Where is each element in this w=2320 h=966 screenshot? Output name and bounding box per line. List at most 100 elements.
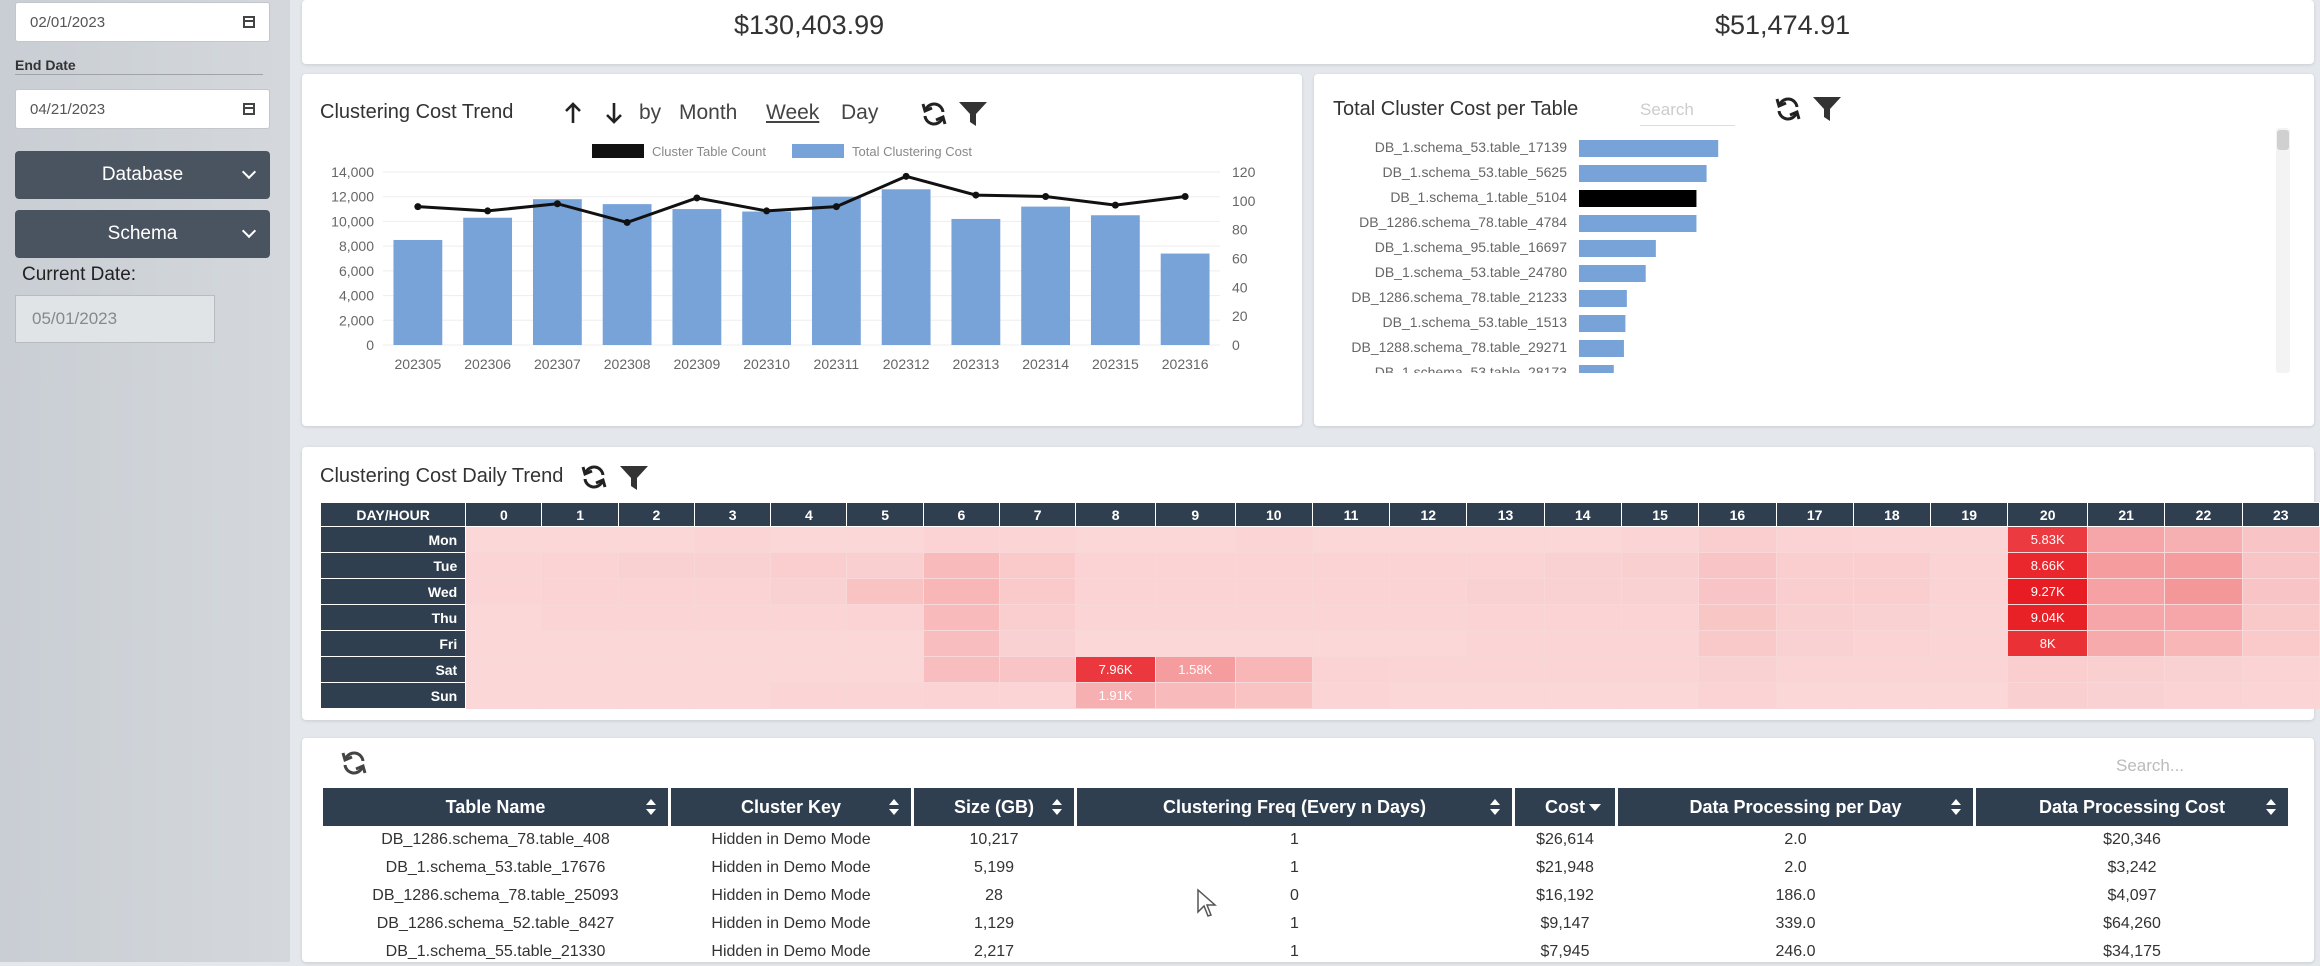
sort-icon[interactable] (646, 799, 656, 815)
heatmap-cell[interactable] (1620, 656, 1700, 683)
heatmap-cell[interactable]: 7.96K (1075, 656, 1156, 683)
heatmap-cell[interactable] (1930, 526, 2009, 553)
heatmap-cell[interactable] (1930, 552, 2009, 579)
filter-icon[interactable] (958, 101, 988, 127)
heatmap-cell[interactable] (1154, 526, 1236, 553)
heatmap-cell[interactable] (1543, 630, 1622, 657)
start-date-input[interactable]: 02/01/2023 (15, 2, 270, 42)
heatmap-cell[interactable] (1852, 604, 1932, 631)
sort-icon[interactable] (1490, 799, 1500, 815)
heatmap-cell[interactable] (1698, 682, 1777, 709)
heatmap-cell[interactable] (2241, 682, 2320, 709)
heatmap-cell[interactable] (1466, 526, 1545, 553)
heatmap-cell[interactable] (770, 578, 848, 605)
heatmap-cell[interactable] (1311, 578, 1391, 605)
sort-icon[interactable] (1052, 799, 1062, 815)
heatmap-cell[interactable] (922, 526, 1000, 553)
heatmap-cell[interactable] (1698, 630, 1777, 657)
heatmap-cell[interactable] (1930, 604, 2009, 631)
heatmap-cell[interactable] (465, 630, 543, 657)
sort-desc-icon[interactable] (1589, 804, 1601, 811)
heatmap-cell[interactable] (1389, 526, 1468, 553)
heatmap-cell[interactable] (1930, 630, 2009, 657)
sort-icon[interactable] (2266, 799, 2276, 815)
heatmap-cell[interactable] (846, 578, 924, 605)
heatmap-cell[interactable] (465, 604, 543, 631)
filter-icon[interactable] (1812, 96, 1842, 122)
heatmap-cell[interactable] (693, 682, 772, 709)
end-date-input[interactable]: 04/21/2023 (15, 89, 270, 129)
heatmap-cell[interactable] (2087, 630, 2166, 657)
heatmap-cell[interactable] (1543, 656, 1622, 683)
column-header[interactable]: Data Processing per Day (1618, 788, 1973, 826)
heatmap-cell[interactable] (693, 578, 772, 605)
heatmap-cell[interactable] (922, 578, 1000, 605)
heatmap-cell[interactable] (1466, 630, 1545, 657)
heatmap-cell[interactable] (1775, 630, 1854, 657)
heatmap-cell[interactable] (693, 604, 772, 631)
heatmap-cell[interactable] (1234, 526, 1313, 553)
heatmap-cell[interactable] (465, 552, 543, 579)
heatmap-cell[interactable] (617, 552, 695, 579)
heatmap-cell[interactable] (693, 656, 772, 683)
heatmap-cell[interactable] (998, 630, 1077, 657)
heatmap-cell[interactable] (1311, 552, 1391, 579)
heatmap-cell[interactable] (770, 552, 848, 579)
heatmap-cell[interactable] (846, 656, 924, 683)
heatmap-cell[interactable] (1234, 630, 1313, 657)
heatmap-cell[interactable] (770, 526, 848, 553)
heatmap-cell[interactable] (998, 526, 1077, 553)
heatmap-cell[interactable] (1311, 526, 1391, 553)
heatmap-cell[interactable] (1698, 552, 1777, 579)
heatmap-cell[interactable] (1389, 552, 1468, 579)
heatmap-cell[interactable] (1620, 552, 1700, 579)
heatmap-cell[interactable] (2241, 578, 2320, 605)
heatmap-cell[interactable] (1234, 578, 1313, 605)
heatmap-cell[interactable] (846, 682, 924, 709)
heatmap-cell[interactable] (1075, 630, 1156, 657)
heatmap-cell[interactable] (1154, 630, 1236, 657)
heatmap-cell[interactable] (2087, 604, 2166, 631)
granularity-month[interactable]: Month (679, 101, 737, 125)
heatmap-cell[interactable] (770, 656, 848, 683)
granularity-day[interactable]: Day (841, 101, 878, 125)
heatmap-cell[interactable] (922, 552, 1000, 579)
heatmap-cell[interactable] (1620, 604, 1700, 631)
heatmap-cell[interactable] (1775, 656, 1854, 683)
heatmap-cell[interactable] (2087, 578, 2166, 605)
heatmap-cell[interactable] (541, 682, 619, 709)
schema-dropdown[interactable]: Schema (15, 210, 270, 258)
heatmap-cell[interactable] (1852, 578, 1932, 605)
heatmap-cell[interactable] (846, 552, 924, 579)
heatmap-cell[interactable] (1389, 578, 1468, 605)
heatmap-cell[interactable] (617, 604, 695, 631)
heatmap-cell[interactable] (770, 630, 848, 657)
heatmap-cell[interactable] (998, 552, 1077, 579)
heatmap-cell[interactable]: 8.66K (2007, 552, 2089, 579)
heatmap-cell[interactable] (1852, 552, 1932, 579)
heatmap-cell[interactable] (465, 526, 543, 553)
heatmap-cell[interactable] (770, 604, 848, 631)
sort-icon[interactable] (889, 799, 899, 815)
heatmap-cell[interactable] (922, 656, 1000, 683)
heatmap-cell[interactable] (2164, 656, 2243, 683)
heatmap-cell[interactable] (1775, 604, 1854, 631)
sort-descending-icon[interactable] (604, 101, 624, 125)
heatmap-cell[interactable] (1234, 682, 1313, 709)
heatmap-cell[interactable] (617, 526, 695, 553)
heatmap-cell[interactable] (1698, 604, 1777, 631)
heatmap-cell[interactable] (541, 604, 619, 631)
heatmap-cell[interactable] (770, 682, 848, 709)
heatmap-cell[interactable] (2241, 604, 2320, 631)
heatmap-cell[interactable] (1389, 682, 1468, 709)
heatmap-cell[interactable] (1075, 604, 1156, 631)
heatmap-cell[interactable] (1775, 578, 1854, 605)
heatmap-cell[interactable] (922, 630, 1000, 657)
heatmap-cell[interactable] (2087, 682, 2166, 709)
heatmap-cell[interactable] (998, 578, 1077, 605)
heatmap-cell[interactable] (465, 682, 543, 709)
heatmap-cell[interactable] (693, 526, 772, 553)
heatmap-cell[interactable] (1930, 578, 2009, 605)
heatmap-cell[interactable] (541, 578, 619, 605)
filter-icon[interactable] (619, 465, 649, 491)
